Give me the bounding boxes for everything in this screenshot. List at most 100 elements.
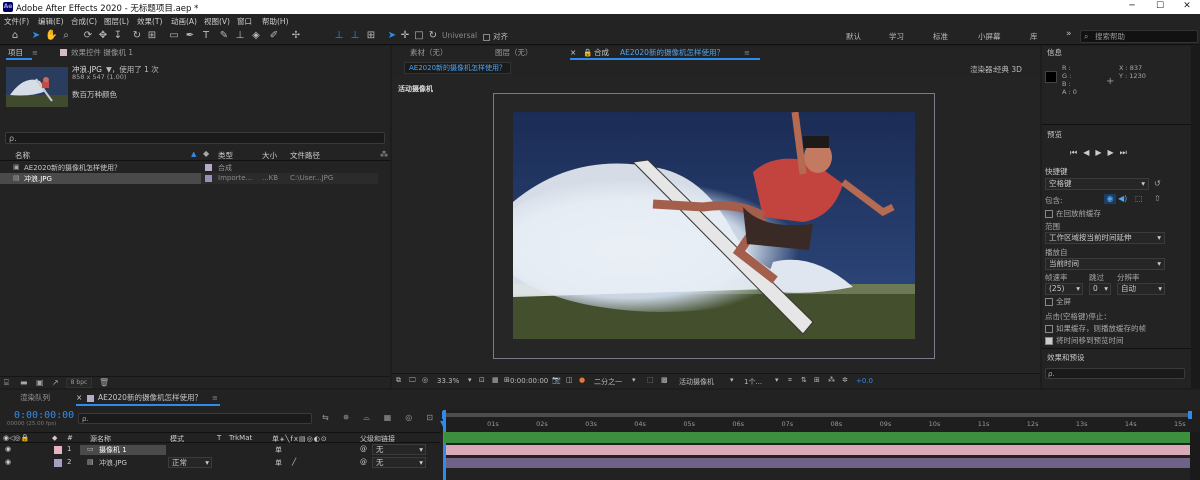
- color-channel-icon[interactable]: ●: [579, 376, 585, 384]
- flowchart-icon[interactable]: ⁂: [380, 150, 388, 159]
- minimize-button[interactable]: ─: [1125, 1, 1139, 11]
- anchor-tool-icon[interactable]: ⊞: [146, 30, 158, 42]
- workspace-overflow[interactable]: »: [1066, 29, 1072, 39]
- fps-dropdown[interactable]: (25) ▾: [1045, 283, 1083, 295]
- maximize-button[interactable]: ☐: [1153, 1, 1167, 11]
- last-frame-icon[interactable]: ⏭: [1120, 148, 1133, 157]
- layer-number-icon[interactable]: #: [67, 434, 73, 442]
- comp-breadcrumb[interactable]: AE2020新的摄像机怎样使用？: [404, 62, 512, 74]
- panel-menu-icon[interactable]: ≡: [744, 49, 750, 57]
- info-panel-title[interactable]: 信息: [1047, 46, 1062, 60]
- time-ruler[interactable]: 01s 02s 03s 04s 05s 06s 07s 08s 09s 10s 11s 12s 13s 1…: [440, 410, 1200, 434]
- cache-before-checkbox[interactable]: [1045, 210, 1053, 218]
- tab-effect-controls[interactable]: 效果控件 摄像机 1: [71, 46, 133, 60]
- right-scrollbar[interactable]: [1191, 46, 1200, 388]
- views-layout-dropdown[interactable]: 1个...: [744, 377, 762, 387]
- camera-view-dropdown[interactable]: 活动摄像机: [679, 377, 714, 387]
- column-name[interactable]: 名称: [15, 150, 30, 161]
- include-audio-icon[interactable]: ◀): [1118, 194, 1127, 203]
- camera-layer-bar[interactable]: [446, 445, 1190, 455]
- interpret-footage-icon[interactable]: ⌸: [4, 378, 9, 388]
- column-type[interactable]: 类型: [218, 150, 233, 161]
- pan-camera-icon[interactable]: ✥: [97, 30, 109, 42]
- layer-row[interactable]: ◉ 1 ▭ 摄像机 1 单 @ 无 ▾: [0, 444, 440, 456]
- snapshot-icon[interactable]: 📷: [552, 376, 561, 384]
- viewer-timecode[interactable]: 0:00:00:00: [510, 377, 548, 385]
- rotate-tool-icon[interactable]: ↻: [131, 30, 143, 42]
- resolution-dropdown-icon[interactable]: ▾: [632, 376, 636, 384]
- export-icon[interactable]: ⇧: [1154, 194, 1161, 203]
- next-frame-icon[interactable]: ▶: [1108, 148, 1120, 157]
- video-visibility-icon[interactable]: ◉: [5, 458, 11, 466]
- new-composition-icon[interactable]: ▣: [36, 378, 44, 387]
- motion-blur-icon[interactable]: ◎: [405, 413, 426, 422]
- fullscreen-checkbox[interactable]: [1045, 298, 1053, 306]
- play-from-dropdown[interactable]: 当前时间 ▾: [1045, 258, 1165, 270]
- layer-row[interactable]: ◉ 2 ▤ 冲浪.JPG 正常 ▾ 单 ╱ @ 无 ▾: [0, 457, 440, 469]
- effects-presets-title[interactable]: 效果和预设: [1047, 351, 1085, 365]
- dolly-camera-icon[interactable]: ↧: [112, 30, 124, 42]
- column-t[interactable]: T: [217, 434, 221, 442]
- work-area-bar[interactable]: [444, 413, 1192, 417]
- project-search-input[interactable]: ρ.: [5, 132, 385, 144]
- pen-tool-icon[interactable]: ✒: [184, 30, 196, 42]
- new-folder-icon[interactable]: ▬: [20, 378, 28, 387]
- region-of-interest-icon[interactable]: ⬚: [647, 376, 654, 384]
- delete-icon[interactable]: 🗑: [99, 378, 109, 387]
- reset-icon[interactable]: ↺: [1154, 179, 1161, 188]
- parent-dropdown[interactable]: 无 ▾: [372, 457, 426, 468]
- shortcut-dropdown[interactable]: 空格键 ▾: [1045, 178, 1149, 190]
- effects-search-input[interactable]: ρ.: [1045, 368, 1185, 379]
- workspace-standard[interactable]: 标准: [933, 31, 948, 42]
- prev-frame-icon[interactable]: ◀: [1083, 148, 1095, 157]
- first-frame-icon[interactable]: ⏮: [1070, 148, 1083, 157]
- column-parent[interactable]: 父级和链接: [360, 434, 395, 444]
- axis-local-icon[interactable]: ⊥: [333, 30, 345, 42]
- work-area-end-handle[interactable]: [1188, 411, 1192, 419]
- viewer-canvas[interactable]: 活动摄像机: [392, 76, 1040, 373]
- always-preview-icon[interactable]: ⧉: [396, 376, 401, 385]
- snapping-toggle[interactable]: 对齐: [483, 31, 508, 42]
- move-time-option[interactable]: 将时间移到预览时间: [1045, 335, 1124, 346]
- range-dropdown[interactable]: 工作区域按当前时间延伸 ▾: [1045, 232, 1165, 244]
- tab-render-queue[interactable]: 渲染队列: [20, 391, 50, 405]
- reset-exposure-icon[interactable]: ✲: [842, 376, 848, 384]
- shy-switch-icon[interactable]: 单: [275, 458, 282, 468]
- resolution-value[interactable]: 二分之一: [594, 377, 622, 387]
- move-time-checkbox[interactable]: [1045, 337, 1053, 345]
- show-snapshot-icon[interactable]: ◫: [566, 376, 573, 384]
- rectangle-tool-icon[interactable]: ▭: [168, 30, 180, 42]
- shy-layers-icon[interactable]: ⌓: [363, 413, 383, 422]
- column-size[interactable]: 大小: [262, 150, 277, 161]
- fullscreen-option[interactable]: 全屏: [1045, 296, 1071, 307]
- close-timeline-tab-icon[interactable]: ×: [76, 391, 82, 405]
- menu-edit[interactable]: 编辑(E): [38, 16, 64, 27]
- draft-3d-icon[interactable]: ✵: [343, 413, 364, 422]
- av-switches-icon[interactable]: ◉◁◎🔒: [3, 434, 29, 442]
- frame-blending-icon[interactable]: ▦: [384, 413, 406, 422]
- renderer-value[interactable]: 经典 3D: [994, 64, 1022, 75]
- play-icon[interactable]: ▶: [1095, 148, 1107, 157]
- layer-name[interactable]: 摄像机 1: [99, 445, 127, 455]
- bit-depth-button[interactable]: 8 bpc: [66, 378, 92, 388]
- skip-dropdown[interactable]: 0 ▾: [1089, 283, 1111, 295]
- vr-monitor-icon[interactable]: 🖵: [409, 376, 416, 385]
- menu-window[interactable]: 窗口: [237, 16, 252, 27]
- menu-composition[interactable]: 合成(C): [71, 16, 97, 27]
- shy-switch-icon[interactable]: 单: [275, 445, 282, 455]
- layer-switches-icon[interactable]: 单⚹╲fx▤◎◐⊙: [272, 434, 328, 444]
- quality-switch-icon[interactable]: ╱: [292, 458, 296, 466]
- views-dropdown-icon[interactable]: ▾: [775, 376, 779, 384]
- universal-move-icon[interactable]: ✛: [399, 30, 411, 42]
- sort-ascending-icon[interactable]: ▲: [191, 150, 196, 158]
- zoom-dropdown-icon[interactable]: ▾: [468, 376, 472, 384]
- column-mode[interactable]: 模式: [170, 434, 184, 444]
- layer-label-swatch[interactable]: [54, 446, 62, 454]
- orbit-camera-icon[interactable]: ⟳: [82, 30, 94, 42]
- blend-mode-dropdown[interactable]: 正常 ▾: [168, 457, 212, 468]
- grid-icon[interactable]: ▦: [492, 376, 499, 384]
- layer-name[interactable]: 冲浪.JPG: [99, 458, 127, 468]
- include-overlays-icon[interactable]: ⬚: [1135, 194, 1143, 203]
- tab-timeline-comp[interactable]: AE2020新的摄像机怎样使用？: [98, 391, 202, 405]
- puppet-tool-icon[interactable]: ✢: [290, 30, 302, 42]
